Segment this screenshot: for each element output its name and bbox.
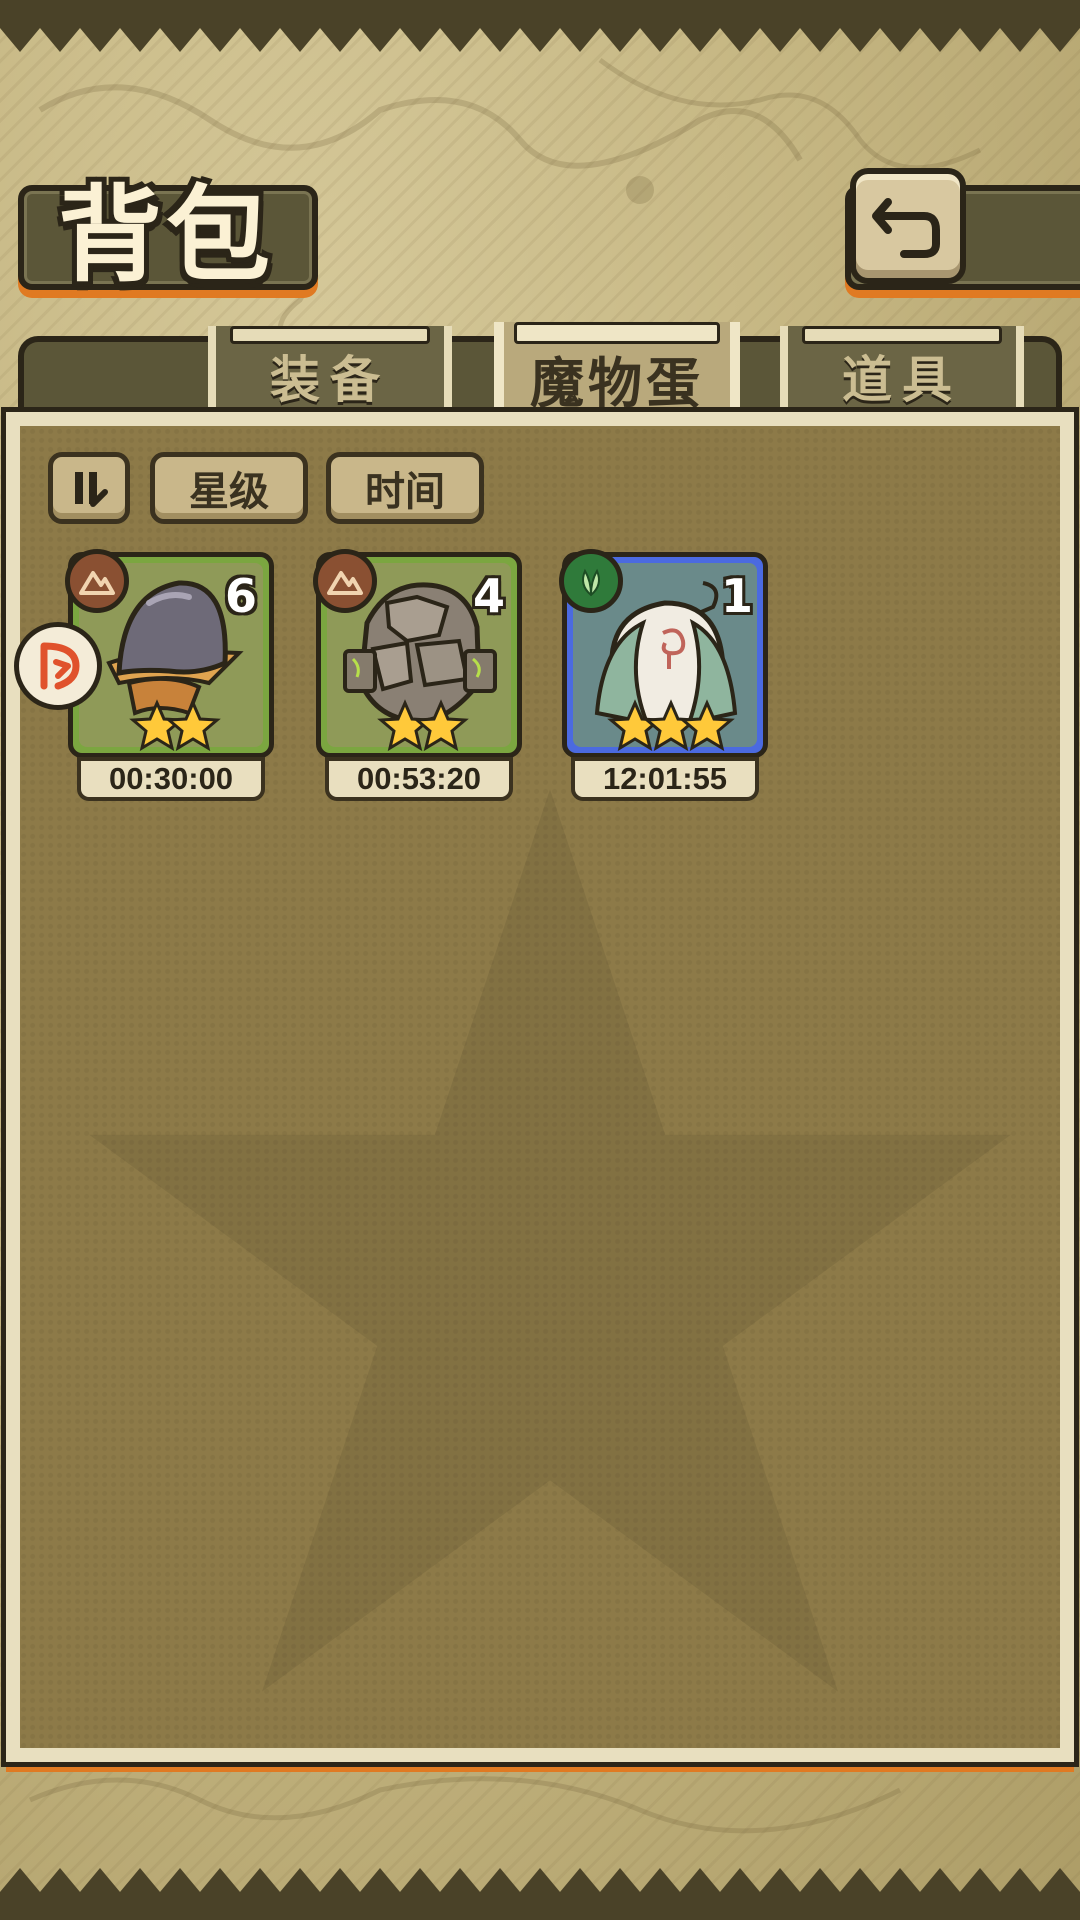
tab-items-label: 道具 <box>842 351 962 409</box>
back-button[interactable] <box>850 168 966 284</box>
hatch-arrow-icon <box>40 642 80 690</box>
star-rating <box>607 699 735 752</box>
hatch-indicator-button[interactable] <box>14 622 102 710</box>
bottom-border <box>0 1868 1080 1920</box>
egg-card[interactable]: 4 <box>313 549 522 758</box>
hatch-timer: 00:30:00 <box>77 757 265 801</box>
star-rating <box>377 699 469 752</box>
nature-element-badge <box>559 549 623 613</box>
tab-monster-eggs-label: 魔物蛋 <box>530 351 704 415</box>
hatch-timer: 12:01:55 <box>571 757 759 801</box>
panel-watermark <box>89 789 1011 1692</box>
mountain-icon <box>327 571 363 595</box>
sort-by-star-button[interactable]: 星级 <box>150 452 308 524</box>
sort-order-icon <box>75 472 108 507</box>
mountain-icon <box>79 571 115 595</box>
egg-card[interactable]: 1 <box>559 549 768 758</box>
tab-items[interactable]: 道具 <box>780 326 1024 426</box>
egg-count: 4 <box>472 569 505 623</box>
sort-by-time-button[interactable]: 时间 <box>326 452 484 524</box>
tab-equipment[interactable]: 装备 <box>208 326 452 426</box>
earth-element-badge <box>65 549 129 613</box>
egg-count: 1 <box>720 569 753 623</box>
return-arrow-icon <box>872 198 940 258</box>
star-rating <box>129 699 221 752</box>
sort-order-toggle[interactable] <box>48 452 130 524</box>
egg-count: 6 <box>224 569 257 623</box>
top-border <box>0 0 1080 52</box>
leaf-icon <box>582 568 600 597</box>
page-title: 背包 <box>58 173 275 296</box>
hatch-timer: 00:53:20 <box>325 757 513 801</box>
earth-element-badge <box>313 549 377 613</box>
tab-equipment-label: 装备 <box>270 351 390 409</box>
